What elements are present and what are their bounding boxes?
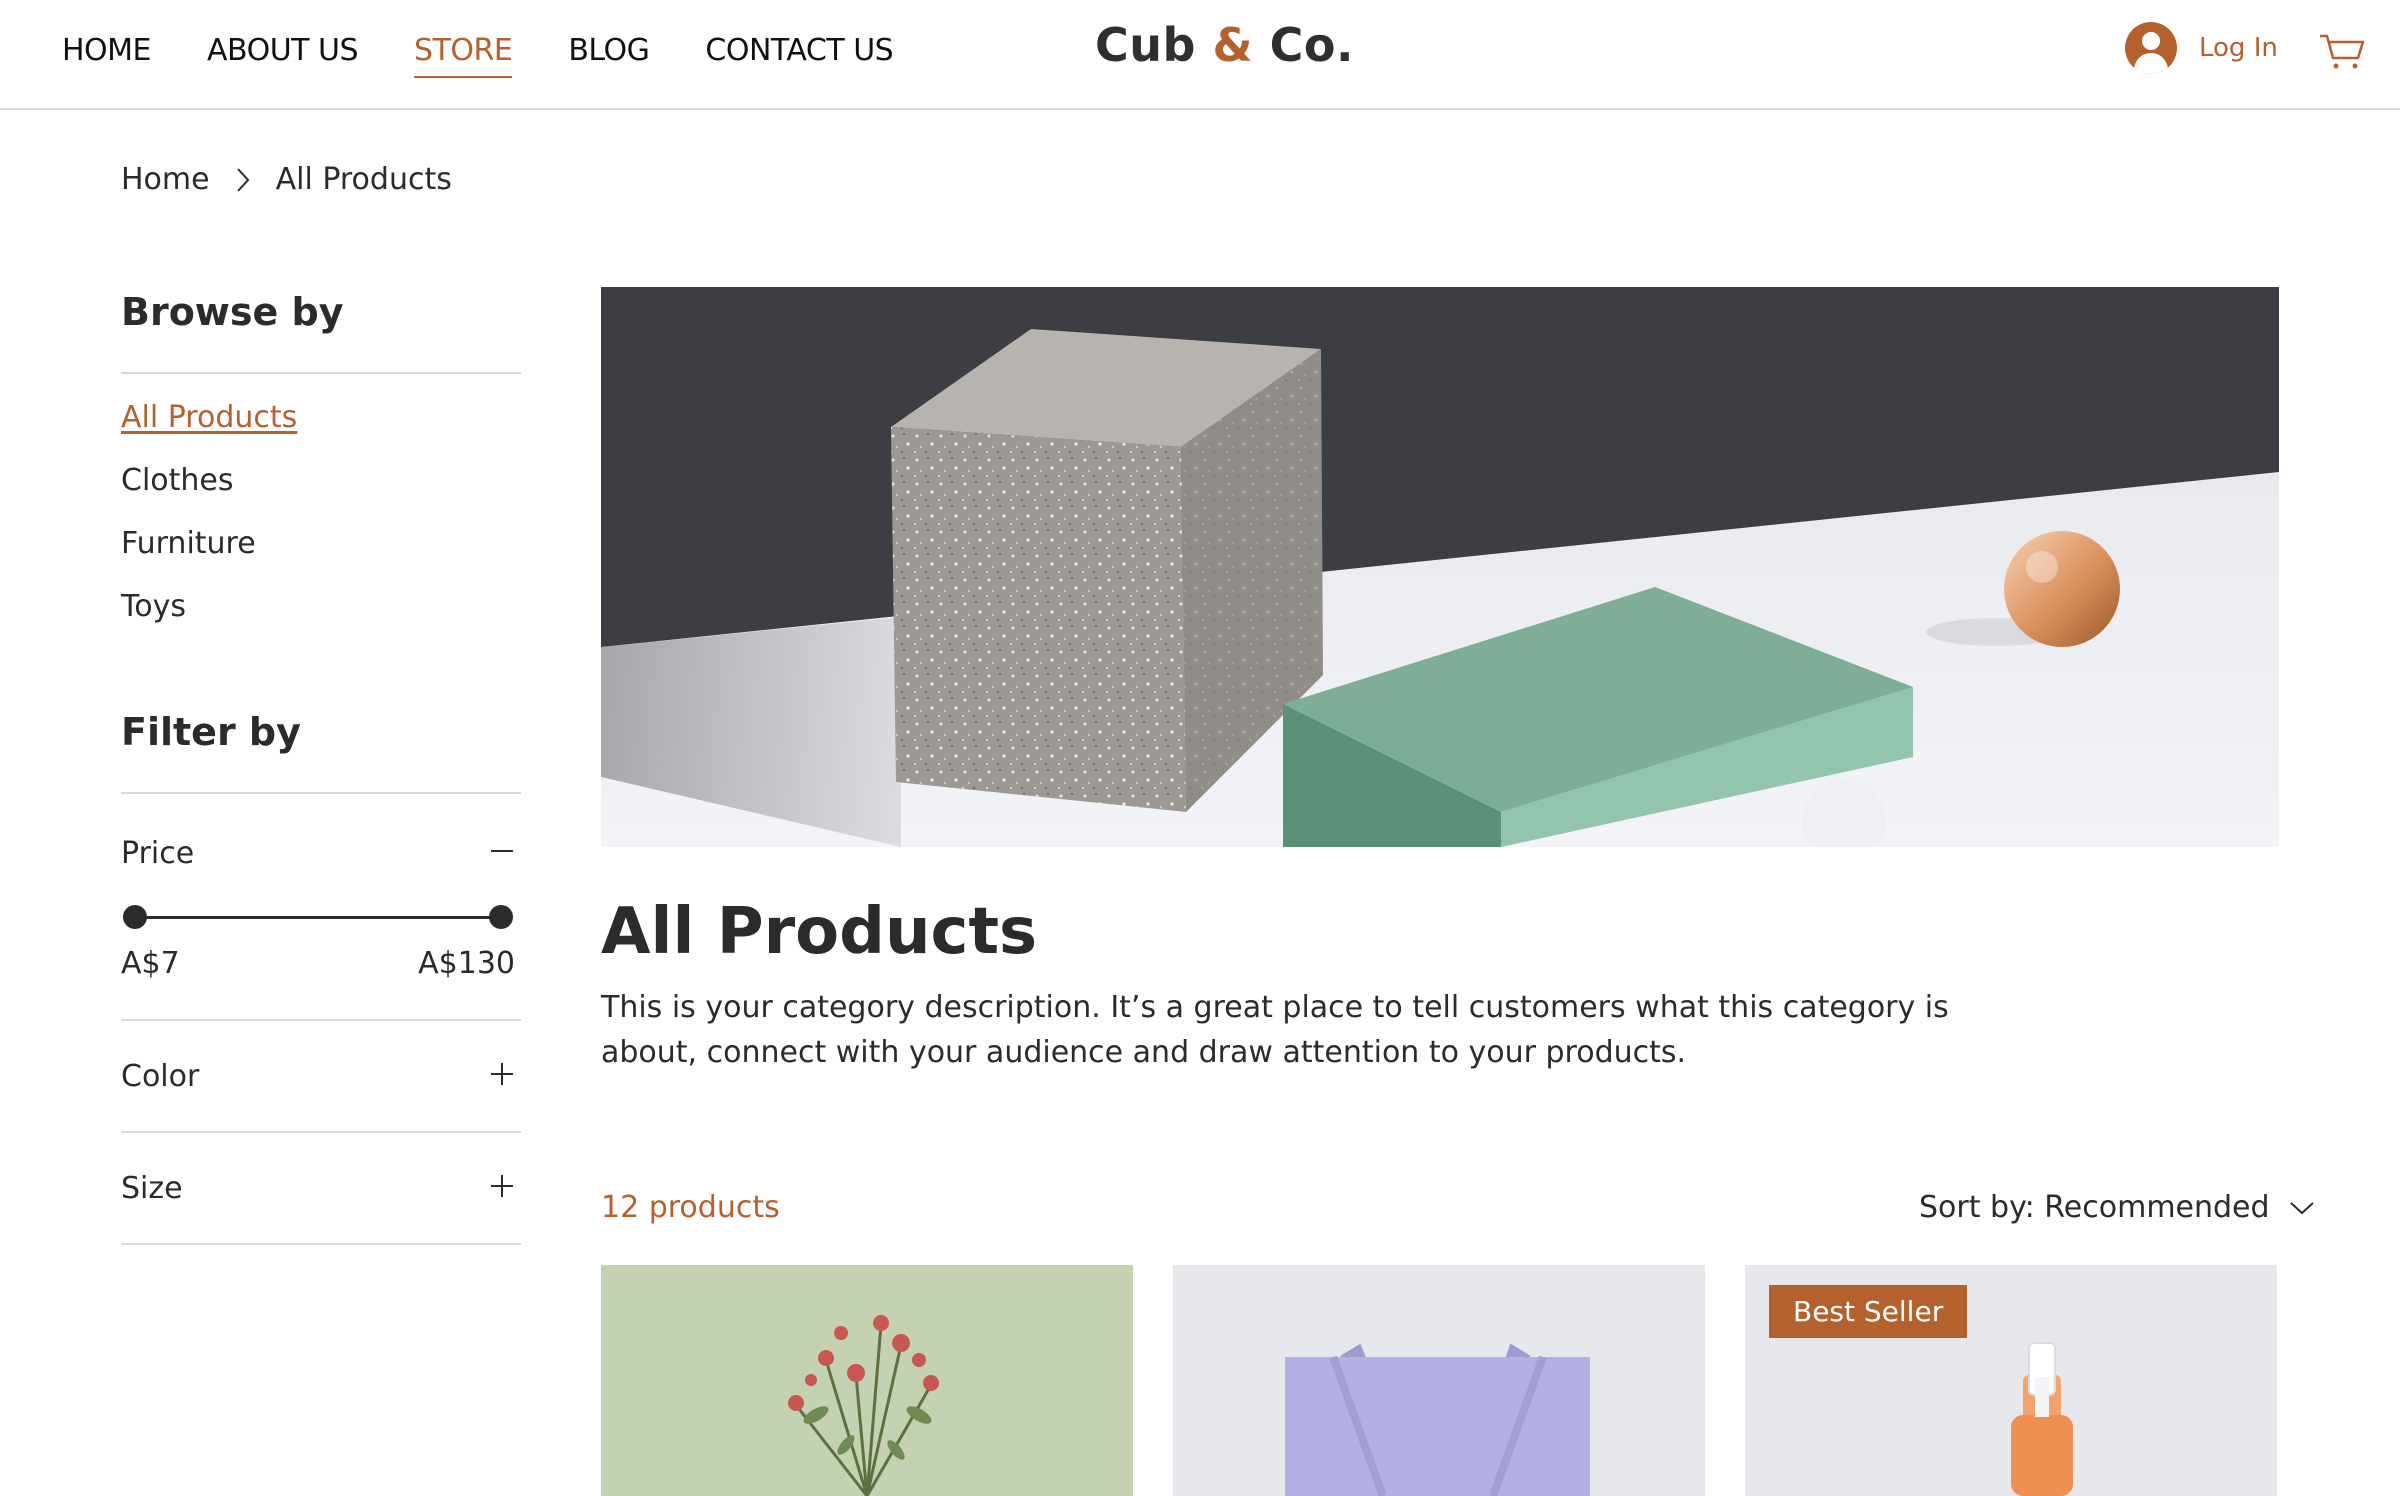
user-avatar-icon <box>2125 22 2177 74</box>
nav-home[interactable]: HOME <box>62 29 152 72</box>
breadcrumb-current: All Products <box>275 162 452 197</box>
price-max-value: A$130 <box>418 946 515 981</box>
size-filter[interactable]: Size <box>121 1133 521 1245</box>
price-min-value: A$7 <box>121 946 180 981</box>
filter-heading: Filter by <box>121 710 521 794</box>
brand-name-second: Co. <box>1269 18 1354 72</box>
slider-track <box>135 916 501 919</box>
login-button[interactable]: Log In <box>2125 22 2278 74</box>
brand-logo[interactable]: Cub & Co. <box>1095 18 1354 72</box>
sidebar: Browse by All Products Clothes Furniture… <box>121 290 521 1245</box>
plus-icon[interactable] <box>489 1173 515 1199</box>
page-title: All Products <box>601 895 1038 969</box>
color-filter[interactable]: Color <box>121 1021 521 1133</box>
color-filter-label: Color <box>121 1059 200 1094</box>
category-clothes[interactable]: Clothes <box>121 463 521 526</box>
category-furniture[interactable]: Furniture <box>121 526 521 589</box>
site-header: HOME ABOUT US STORE BLOG CONTACT US Cub … <box>0 0 2400 110</box>
category-description: This is your category description. It’s … <box>601 990 1949 1070</box>
category-all-products[interactable]: All Products <box>121 400 521 463</box>
login-label: Log In <box>2199 33 2278 63</box>
best-seller-badge: Best Seller <box>1769 1285 1968 1338</box>
nav-blog[interactable]: BLOG <box>568 29 650 72</box>
sort-label: Sort by: Recommended <box>1919 1190 2270 1225</box>
product-card[interactable] <box>601 1265 1133 1496</box>
slider-min-handle[interactable] <box>123 905 147 929</box>
size-filter-label: Size <box>121 1171 183 1206</box>
main-nav: HOME ABOUT US STORE BLOG CONTACT US <box>62 0 894 100</box>
plus-icon[interactable] <box>489 1061 515 1087</box>
product-image-tote-bag <box>1173 1265 1705 1496</box>
brand-name-first: Cub <box>1095 18 1196 72</box>
price-range-slider[interactable] <box>123 904 513 930</box>
product-image-bouquet <box>601 1265 1133 1496</box>
price-filter-label[interactable]: Price <box>121 836 194 871</box>
chevron-down-icon <box>2289 1201 2314 1214</box>
sort-dropdown[interactable]: Sort by: Recommended <box>1919 1190 2316 1225</box>
chevron-right-icon <box>236 167 249 192</box>
category-banner-image <box>601 287 2279 847</box>
brand-ampersand: & <box>1212 18 1254 72</box>
category-list: All Products Clothes Furniture Toys <box>121 374 521 652</box>
price-filter: Price A$7 A$130 <box>121 794 521 1021</box>
browse-heading: Browse by <box>121 290 521 374</box>
slider-max-handle[interactable] <box>489 905 513 929</box>
product-grid: Best Seller <box>601 1265 2279 1496</box>
minus-icon[interactable] <box>489 838 515 864</box>
breadcrumb-home[interactable]: Home <box>121 162 210 197</box>
nav-contact-us[interactable]: CONTACT US <box>705 29 893 72</box>
nav-store[interactable]: STORE <box>414 29 513 78</box>
product-count: 12 products <box>601 1190 780 1225</box>
product-card[interactable] <box>1173 1265 1705 1496</box>
breadcrumb: Home All Products <box>121 162 452 197</box>
category-toys[interactable]: Toys <box>121 589 521 652</box>
cart-icon[interactable] <box>2318 30 2366 72</box>
product-card[interactable]: Best Seller <box>1745 1265 2277 1496</box>
nav-about-us[interactable]: ABOUT US <box>207 29 359 72</box>
